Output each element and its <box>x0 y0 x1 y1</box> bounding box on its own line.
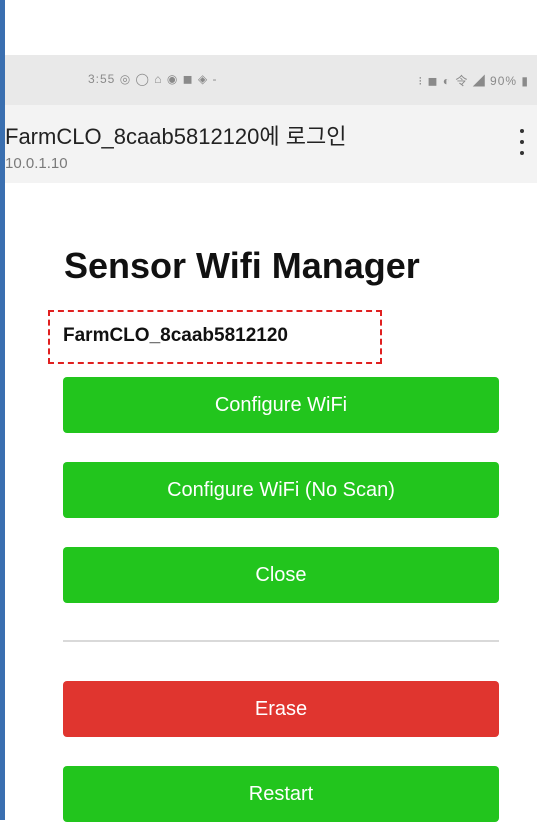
status-time: 3:55 ◎ ◯ ⌂ ◉ ◼ ◈ - <box>88 72 218 86</box>
divider <box>63 640 499 642</box>
configure-wifi-no-scan-button[interactable]: Configure WiFi (No Scan) <box>63 462 499 518</box>
configure-wifi-button[interactable]: Configure WiFi <box>63 377 499 433</box>
browser-title-bar: FarmCLO_8caab5812120에 로그인 10.0.1.10 <box>5 105 537 183</box>
main-heading: Sensor Wifi Manager <box>64 245 420 286</box>
more-options-icon[interactable] <box>517 129 527 155</box>
erase-button[interactable]: Erase <box>63 681 499 737</box>
restart-button[interactable]: Restart <box>63 766 499 822</box>
close-button[interactable]: Close <box>63 547 499 603</box>
device-name-highlight: FarmCLO_8caab5812120 <box>48 310 382 364</box>
status-bar: 3:55 ◎ ◯ ⌂ ◉ ◼ ◈ - ⁝ ◼ ◐ 令 ◢ 90% ▮ <box>5 55 537 105</box>
page-title: FarmCLO_8caab5812120에 로그인 <box>5 124 347 149</box>
page-url: 10.0.1.10 <box>5 155 68 172</box>
status-system-icons: ⁝ ◼ ◐ 令 ◢ 90% ▮ <box>418 74 529 88</box>
device-name: FarmCLO_8caab5812120 <box>63 325 288 346</box>
